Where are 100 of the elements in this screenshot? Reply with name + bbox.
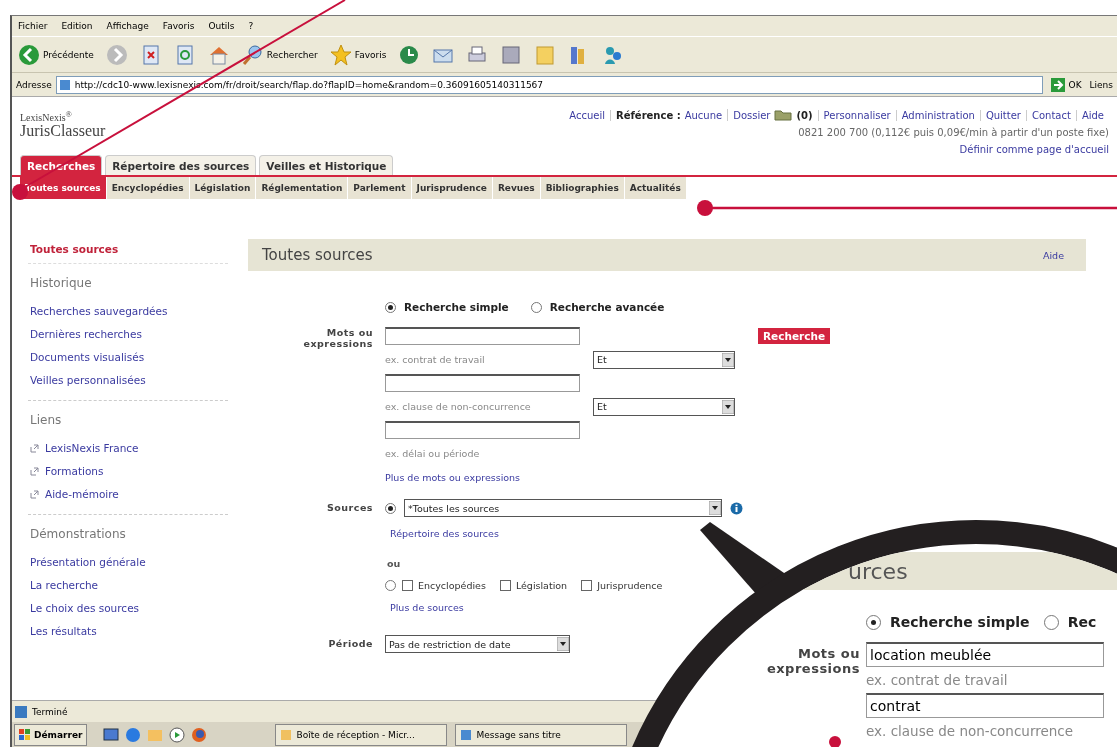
operator-select[interactable]: Et <box>593 397 735 416</box>
links-label[interactable]: Liens <box>1089 79 1113 90</box>
panel-title: Toutes sources <box>262 246 373 264</box>
header-link[interactable]: Accueil <box>569 109 606 121</box>
terms-label: Mots ou expressions <box>302 327 373 351</box>
header-link[interactable]: Quitter <box>985 109 1021 121</box>
toolbar-button[interactable]: Rechercher <box>239 43 320 66</box>
sidebar-link[interactable]: Aide-mémoire <box>30 488 119 500</box>
or-label: ou <box>387 558 402 569</box>
fox-globe-icon[interactable] <box>191 726 208 743</box>
main-tab[interactable]: Répertoire des sources <box>105 155 257 175</box>
radio-button[interactable] <box>385 502 396 514</box>
header-link[interactable]: Administration <box>901 109 975 121</box>
sub-tab[interactable]: Réglementation <box>256 177 349 199</box>
taskbar-button[interactable]: Message sans titre <box>455 723 628 746</box>
sub-tab[interactable]: Toutes sources <box>20 177 107 199</box>
menu-item[interactable]: Favoris <box>162 21 195 31</box>
sub-tab[interactable]: Législation <box>189 177 257 199</box>
search-button[interactable]: Recherche <box>758 328 831 344</box>
sidebar-link[interactable]: Le choix des sources <box>30 602 140 614</box>
header-link[interactable]: Dossier <box>733 109 771 121</box>
sidebar-link[interactable]: Recherches sauvegardées <box>30 305 168 317</box>
desktop-icon[interactable] <box>103 726 120 743</box>
radio-button[interactable] <box>866 614 881 630</box>
help-link[interactable]: Aide <box>1043 249 1064 261</box>
external-link-icon <box>30 443 39 453</box>
menu-item[interactable]: Edition <box>61 21 93 31</box>
header-link[interactable]: Aucune <box>684 109 723 121</box>
sources-select[interactable]: *Toutes les sources <box>404 499 722 517</box>
checkbox[interactable] <box>499 580 511 591</box>
menu-item[interactable]: ? <box>248 21 254 31</box>
external-link-icon <box>30 489 39 499</box>
sidebar-heading: Historique <box>30 276 93 290</box>
input-field[interactable] <box>385 327 580 345</box>
sub-tab[interactable]: Revues <box>492 177 541 199</box>
sub-tab[interactable]: Actualités <box>624 177 687 199</box>
menu-item[interactable]: Fichier <box>18 21 48 31</box>
radio-button[interactable] <box>385 580 396 591</box>
go-button[interactable]: OK <box>1046 77 1086 92</box>
sources-label: Sources <box>325 501 373 515</box>
sub-tab[interactable]: Bibliographies <box>540 177 625 199</box>
sub-tab[interactable]: Encyclopédies <box>106 177 190 199</box>
header-link[interactable]: Aide <box>1081 109 1104 121</box>
menu-item[interactable]: Outils <box>208 21 235 31</box>
main-tab[interactable]: Veilles et Historique <box>259 155 394 175</box>
checkbox[interactable] <box>581 580 593 591</box>
main-tab[interactable]: Recherches <box>20 155 103 175</box>
media-player-icon[interactable] <box>169 726 186 743</box>
operator-select[interactable]: Et <box>593 350 735 369</box>
checkbox[interactable] <box>402 580 413 591</box>
radio-button[interactable] <box>530 301 542 313</box>
radio-label: Rec <box>1067 614 1097 630</box>
toolbar-button[interactable]: Précédente <box>16 43 96 66</box>
sidebar-link[interactable]: Documents visualisés <box>30 351 145 363</box>
more-terms-link[interactable]: Plus de mots ou expressions <box>385 472 521 483</box>
go-arrow-icon <box>1050 77 1065 92</box>
windows-logo-icon <box>19 728 31 741</box>
radio-button[interactable] <box>385 301 396 313</box>
header-link[interactable]: Personnaliser <box>823 109 891 121</box>
sidebar-link[interactable]: Présentation générale <box>30 556 146 568</box>
radio-label: Recherche avancée <box>549 301 665 313</box>
info-icon[interactable] <box>730 501 743 515</box>
field-hint: ex. contrat de travail <box>866 671 1009 690</box>
taskbar-button[interactable]: Boîte de réception - Micr... <box>275 723 448 746</box>
radio-label: Recherche simple <box>890 614 1030 630</box>
page-icon <box>14 704 28 719</box>
dropdown-arrow-icon <box>709 501 721 515</box>
sidebar-link[interactable]: Dernières recherches <box>30 328 142 340</box>
more-sources-link[interactable]: Plus de sources <box>390 602 464 613</box>
directory-link[interactable]: Répertoire des sources <box>390 528 499 539</box>
status-text: Terminé <box>32 706 68 717</box>
header-label: (0) <box>796 109 813 121</box>
radio-button[interactable] <box>1043 614 1059 630</box>
brand-name: LexisNexis$^{®}$ <box>20 109 73 124</box>
window-icon <box>280 728 293 741</box>
terms-label: Mots ou expressions <box>765 645 860 676</box>
menu-item[interactable]: Affichage <box>106 21 149 31</box>
input-field[interactable]: contrat <box>866 693 1104 718</box>
input-field[interactable] <box>385 421 580 439</box>
page-icon <box>58 78 71 91</box>
sidebar-link[interactable]: Veilles personnalisées <box>30 374 146 386</box>
input-field[interactable]: location meublée <box>866 642 1104 667</box>
sidebar-link[interactable]: LexisNexis France <box>30 442 139 454</box>
field-hint: ex. clause de non-concurrence <box>866 722 1075 741</box>
sidebar-link[interactable]: La recherche <box>30 579 99 591</box>
toolbar-button[interactable]: Favoris <box>327 43 389 66</box>
period-select[interactable]: Pas de restriction de date <box>385 635 570 653</box>
sidebar-current-link[interactable]: Toutes sources <box>28 239 228 264</box>
dropdown-arrow-icon <box>722 352 734 367</box>
sidebar-link[interactable]: Les résultats <box>30 625 97 637</box>
set-home-link[interactable]: Définir comme page d'accueil <box>959 144 1109 155</box>
field-hint: ex. clause de non-concurrence <box>385 400 532 414</box>
address-label: Adresse <box>16 79 52 90</box>
header-link[interactable]: Contact <box>1031 109 1071 121</box>
input-field[interactable] <box>385 374 580 392</box>
start-button[interactable]: Démarrer <box>14 723 88 746</box>
external-link-icon <box>30 466 39 476</box>
sub-tab[interactable]: Parlement <box>348 177 412 199</box>
sidebar-link[interactable]: Formations <box>30 465 104 477</box>
sub-tab[interactable]: Jurisprudence <box>411 177 493 199</box>
